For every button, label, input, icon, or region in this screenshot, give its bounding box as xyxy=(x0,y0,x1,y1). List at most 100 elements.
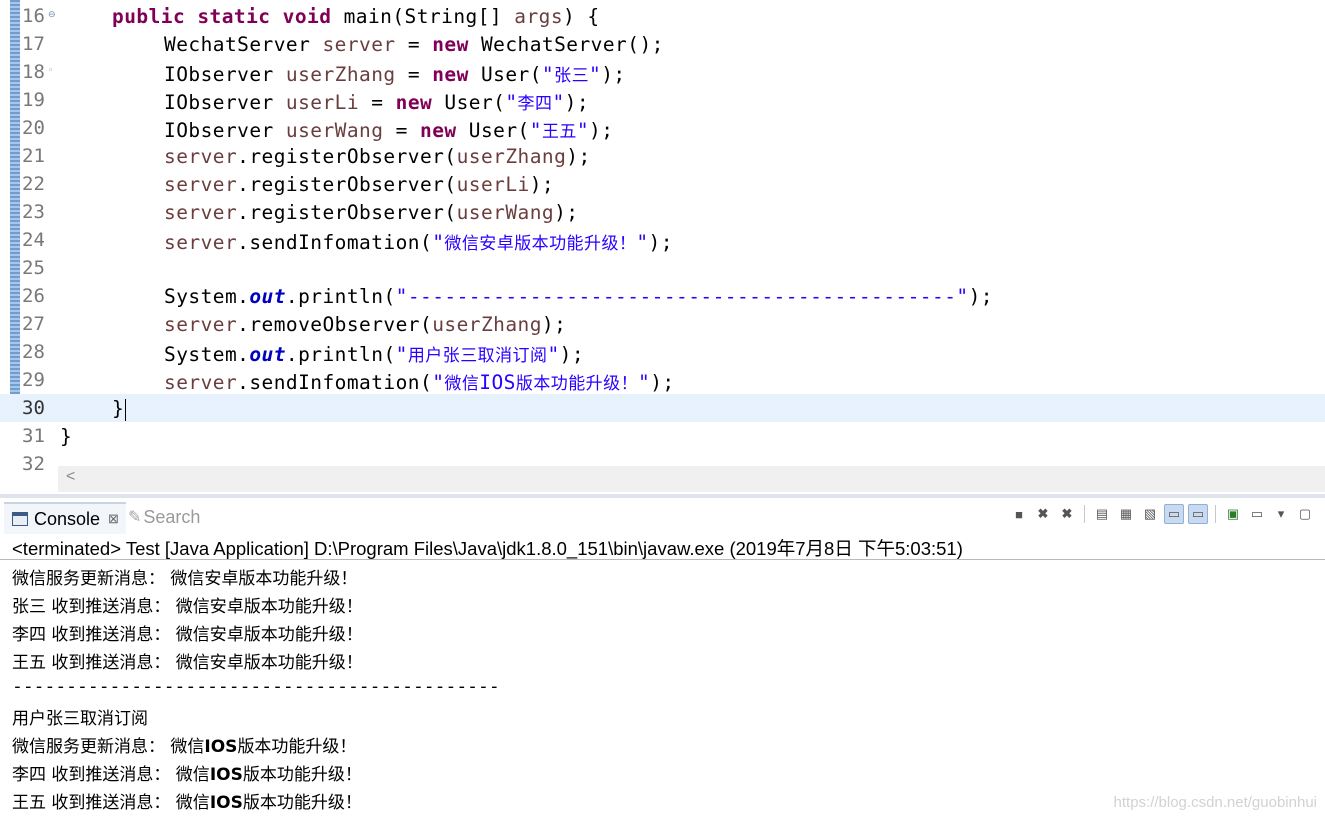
keyword: public static void xyxy=(112,5,332,28)
code-line[interactable]: 26 System.out.println("------------------… xyxy=(0,282,1325,310)
code-line[interactable]: 27 server.removeObserver(userZhang); xyxy=(0,310,1325,338)
type-name: IObserver xyxy=(164,119,286,142)
console-output-line: 用户张三取消订阅 xyxy=(12,704,148,729)
toolbar-separator xyxy=(1084,505,1085,523)
code-line[interactable]: 21 server.registerObserver(userZhang); xyxy=(0,142,1325,170)
variable: userZhang xyxy=(285,63,396,86)
code-text: public static void main(String[] args) { xyxy=(112,5,600,28)
code-text: server.removeObserver(userZhang); xyxy=(164,313,566,336)
code-line[interactable]: 22 server.registerObserver(userLi); xyxy=(0,170,1325,198)
code-line[interactable]: 25 xyxy=(0,254,1325,282)
fold-marker-icon[interactable]: ⊖ xyxy=(48,10,56,20)
keyword: new xyxy=(395,91,433,114)
remove-all-icon[interactable]: ✖ xyxy=(1057,504,1077,524)
code-token: ); xyxy=(648,231,673,254)
string-literal: " xyxy=(589,63,602,86)
string-literal: 李四 xyxy=(517,94,553,114)
code-line[interactable]: 17 WechatServer server = new WechatServer… xyxy=(0,30,1325,58)
tab-console-label: Console xyxy=(34,508,101,529)
parameter: args xyxy=(514,5,564,28)
output-text: 用户张三取消订阅 xyxy=(12,709,148,729)
show-stderr-icon[interactable]: ▭ xyxy=(1188,504,1208,524)
variable: userZhang xyxy=(456,145,567,168)
line-number: 19 xyxy=(22,89,45,111)
type-name: System. xyxy=(164,343,250,366)
scroll-left-icon[interactable]: < xyxy=(66,468,75,486)
line-number: 27 xyxy=(22,313,45,335)
code-token: ); xyxy=(529,173,555,196)
string-literal: " xyxy=(636,231,649,254)
remove-launch-icon[interactable]: ✖ xyxy=(1033,504,1053,524)
terminate-icon[interactable]: ■ xyxy=(1009,504,1029,524)
variable: server xyxy=(164,231,238,254)
code-line[interactable]: 20 IObserver userWang = new User("王五"); xyxy=(0,114,1325,142)
keyword: new xyxy=(420,119,457,142)
variable: server xyxy=(164,145,238,168)
code-text: } xyxy=(60,425,72,448)
open-console-icon[interactable]: ▭ xyxy=(1247,504,1267,524)
code-token: User( xyxy=(468,63,542,86)
console-output-line: 王五 收到推送消息： 微信IOS版本功能升级！ xyxy=(12,788,362,813)
string-literal: 微信 xyxy=(444,374,480,394)
code-editor[interactable]: 16 ⊖ public static void main(String[] args… xyxy=(0,0,1325,494)
code-line[interactable]: 23 server.registerObserver(userWang); xyxy=(0,198,1325,226)
string-literal: " xyxy=(432,231,445,254)
line-number: 24 xyxy=(22,229,45,251)
method-call: .sendInfomation( xyxy=(237,371,433,394)
horizontal-scrollbar[interactable]: < xyxy=(58,466,1325,492)
view-menu-icon[interactable]: ▾ xyxy=(1271,504,1291,524)
pin-console-icon[interactable]: ▧ xyxy=(1140,504,1160,524)
show-stdout-icon[interactable]: ▭ xyxy=(1164,504,1184,524)
variable: server xyxy=(164,173,238,196)
output-text: 李四 收到推送消息： 微信 xyxy=(12,765,210,785)
code-token: ); xyxy=(968,285,993,308)
code-token: ); xyxy=(589,119,614,142)
output-text: 版本功能升级！ xyxy=(242,765,362,785)
code-text: server.registerObserver(userLi); xyxy=(164,173,554,196)
output-text: 王五 收到推送消息： 微信 xyxy=(12,793,210,813)
code-line[interactable]: 18 ◦ IObserver userZhang = new User("张三"); xyxy=(0,58,1325,86)
console-output-line: 李四 收到推送消息： 微信IOS版本功能升级！ xyxy=(12,760,362,785)
code-line[interactable]: 16 ⊖ public static void main(String[] args… xyxy=(0,2,1325,30)
line-number: 26 xyxy=(22,285,45,307)
console-output-line: 张三 收到推送消息： 微信安卓版本功能升级！ xyxy=(12,592,363,617)
tab-search[interactable]: ✎ Search xyxy=(128,502,200,532)
tab-search-label: Search xyxy=(143,506,201,527)
code-line[interactable]: 24 server.sendInfomation("微信安卓版本功能升级！"); xyxy=(0,226,1325,254)
code-line[interactable]: 19 IObserver userLi = new User("李四"); xyxy=(0,86,1325,114)
scroll-lock-icon[interactable]: ▤ xyxy=(1092,504,1112,524)
code-text: server.registerObserver(userZhang); xyxy=(164,145,591,168)
line-number: 32 xyxy=(22,453,45,475)
variable: server xyxy=(164,313,238,336)
code-text: System.out.println("用户张三取消订阅"); xyxy=(164,341,584,366)
fold-marker-icon[interactable]: ◦ xyxy=(48,66,53,76)
code-text: IObserver userLi = new User("李四"); xyxy=(164,89,589,114)
string-literal: " xyxy=(576,119,590,142)
code-line[interactable]: 29 server.sendInfomation("微信IOS版本功能升级！"); xyxy=(0,366,1325,394)
display-console-icon[interactable]: ▣ xyxy=(1223,504,1243,524)
output-text: 微信服务更新消息： 微信 xyxy=(12,737,205,757)
string-literal: IOS xyxy=(479,371,516,394)
variable: server xyxy=(164,371,238,394)
code-token: User( xyxy=(456,119,530,142)
console-toolbar: ■ ✖ ✖ ▤ ▦ ▧ ▭ ▭ ▣ ▭ ▾ ▢ xyxy=(1009,504,1315,524)
brace: } xyxy=(112,397,125,420)
string-literal: 版本功能升级！ xyxy=(515,374,639,394)
code-line[interactable]: 30} xyxy=(0,394,1325,422)
code-line[interactable]: 31} xyxy=(0,422,1325,450)
variable: userWang xyxy=(456,201,555,224)
code-token: ); xyxy=(566,145,591,168)
brace: } xyxy=(60,425,73,448)
maximize-icon[interactable]: ▢ xyxy=(1295,504,1315,524)
code-line[interactable]: 28 System.out.println("用户张三取消订阅"); xyxy=(0,338,1325,366)
word-wrap-icon[interactable]: ▦ xyxy=(1116,504,1136,524)
header-divider xyxy=(0,559,1325,560)
line-number: 28 xyxy=(22,341,45,363)
static-field: out xyxy=(249,285,286,308)
search-icon: ✎ xyxy=(128,509,142,526)
output-text: 版本功能升级！ xyxy=(237,737,357,757)
output-text: 张三 收到推送消息： 微信安卓版本功能升级！ xyxy=(12,597,363,617)
code-token: = xyxy=(383,119,421,142)
tab-console[interactable]: Console ⊠ xyxy=(4,502,126,534)
close-icon[interactable]: ⊠ xyxy=(108,511,119,527)
